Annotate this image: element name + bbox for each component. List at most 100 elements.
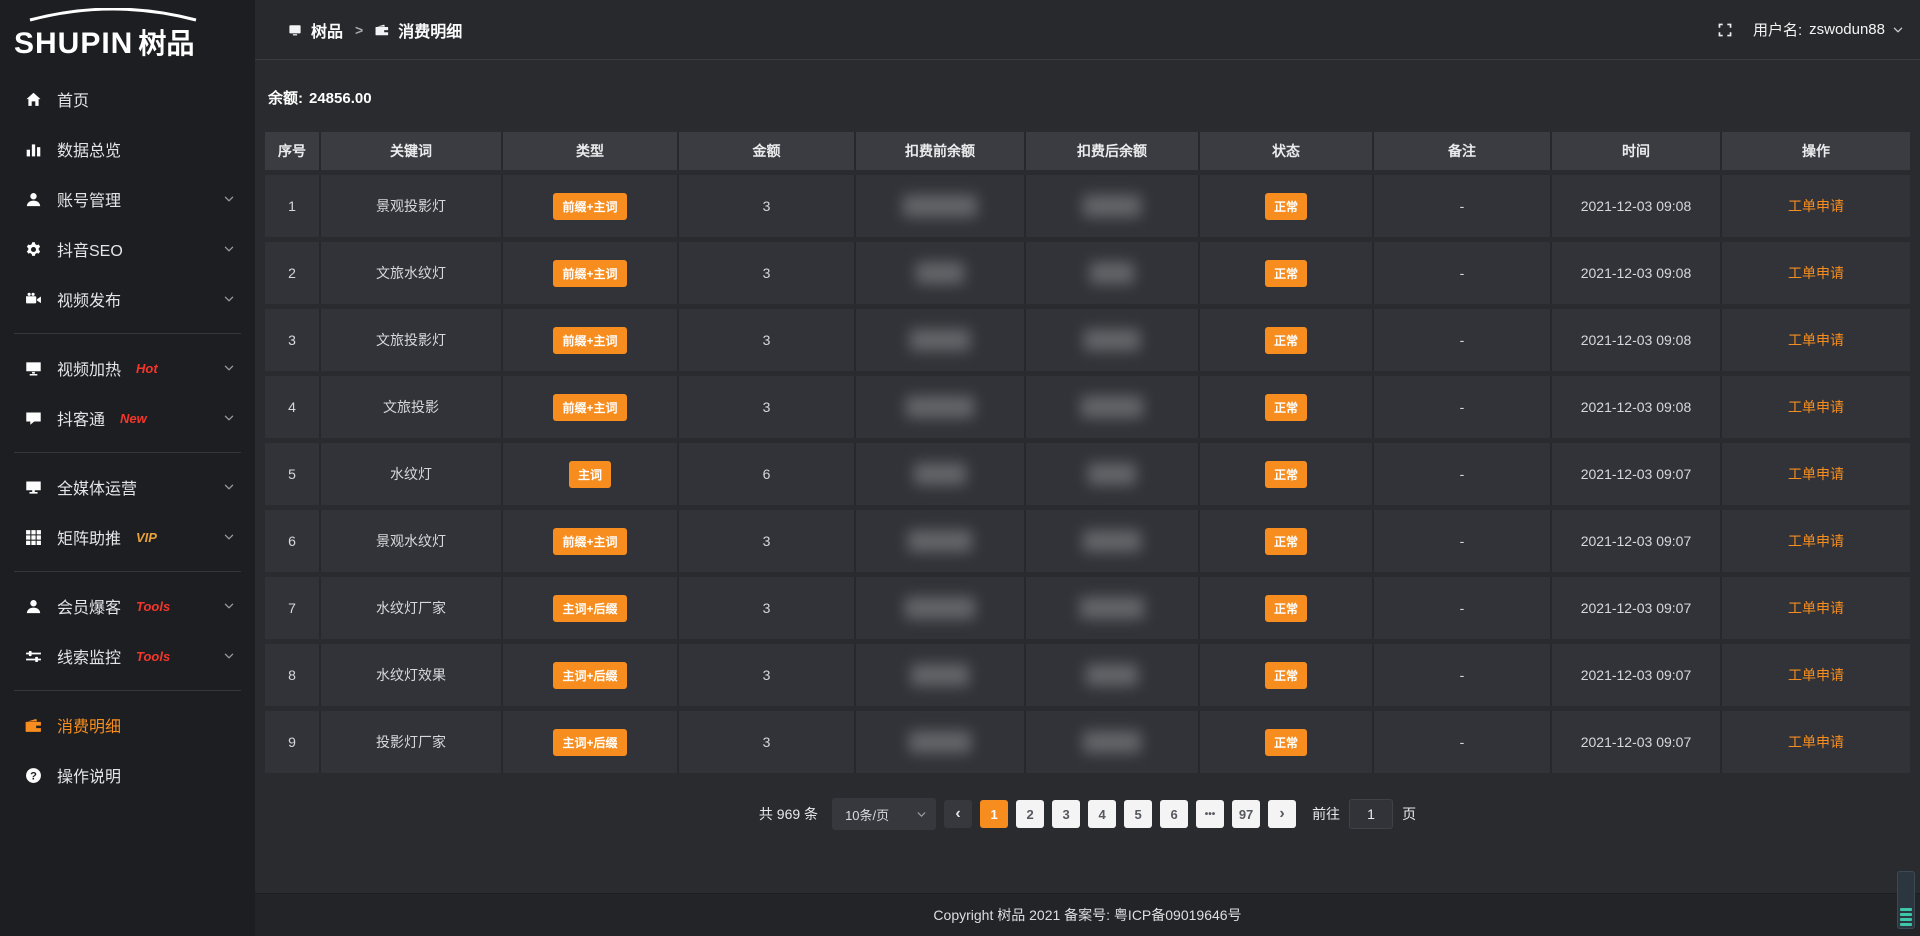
- ticket-request-link[interactable]: 工单申请: [1788, 397, 1844, 417]
- type-badge: 前缀+主词: [553, 528, 626, 555]
- cell-balance-before: [856, 242, 1026, 304]
- type-badge: 主词+后缀: [553, 662, 626, 689]
- cell-keyword: 投影灯厂家: [321, 711, 503, 773]
- redacted-balance-before: [903, 195, 977, 217]
- sidebar-item-badge: New: [120, 411, 147, 426]
- chevron-down-icon: [223, 293, 235, 305]
- cell-amount: 3: [679, 309, 856, 371]
- user-icon: [24, 598, 42, 615]
- page-button-5[interactable]: 5: [1124, 800, 1152, 828]
- cell-type: 前缀+主词: [503, 242, 679, 304]
- page-button-2[interactable]: 2: [1016, 800, 1044, 828]
- next-page-button[interactable]: ›: [1268, 800, 1296, 828]
- sidebar-item-doukatong[interactable]: 抖客通New: [0, 393, 255, 443]
- chevron-down-icon: [223, 650, 235, 662]
- logo-cn: 树品: [138, 22, 194, 62]
- cell-note: -: [1374, 510, 1552, 572]
- redacted-balance-before: [906, 396, 974, 418]
- page-button-4[interactable]: 4: [1088, 800, 1116, 828]
- cell-status: 正常: [1200, 510, 1374, 572]
- sidebar-item-member-burst[interactable]: 会员爆客Tools: [0, 581, 255, 631]
- cell-status: 正常: [1200, 443, 1374, 505]
- sidebar-divider: [14, 333, 241, 334]
- page-ellipsis-button[interactable]: •••: [1196, 800, 1224, 828]
- sidebar-item-media-operation[interactable]: 全媒体运营: [0, 462, 255, 512]
- type-badge: 前缀+主词: [553, 327, 626, 354]
- username-value: zswodun88: [1809, 21, 1885, 38]
- user-menu[interactable]: 用户名: zswodun88: [1753, 19, 1904, 40]
- cell-type: 前缀+主词: [503, 175, 679, 237]
- cell-index: 1: [265, 175, 321, 237]
- redacted-balance-after: [1083, 530, 1141, 552]
- page-jump-input[interactable]: [1349, 799, 1393, 829]
- sidebar-item-matrix-boost[interactable]: 矩阵助推VIP: [0, 512, 255, 562]
- cell-index: 9: [265, 711, 321, 773]
- app-logo[interactable]: SHUPIN 树品: [0, 0, 255, 62]
- ticket-request-link[interactable]: 工单申请: [1788, 531, 1844, 551]
- sidebar-item-label: 账号管理: [57, 187, 121, 211]
- status-badge: 正常: [1265, 394, 1307, 421]
- sidebar-item-label: 消费明细: [57, 713, 121, 737]
- page-button-3[interactable]: 3: [1052, 800, 1080, 828]
- fullscreen-icon[interactable]: [1717, 22, 1733, 38]
- sidebar-item-video-heat[interactable]: 视频加热Hot: [0, 343, 255, 393]
- grid-icon: [24, 529, 42, 546]
- column-header: 操作: [1722, 132, 1910, 170]
- cell-note: -: [1374, 242, 1552, 304]
- ticket-request-link[interactable]: 工单申请: [1788, 196, 1844, 216]
- sidebar-divider: [14, 690, 241, 691]
- ticket-request-link[interactable]: 工单申请: [1788, 330, 1844, 350]
- cell-index: 3: [265, 309, 321, 371]
- sidebar-item-account-manage[interactable]: 账号管理: [0, 174, 255, 224]
- cell-time: 2021-12-03 09:07: [1552, 510, 1722, 572]
- ticket-request-link[interactable]: 工单申请: [1788, 732, 1844, 752]
- ticket-request-link[interactable]: 工单申请: [1788, 598, 1844, 618]
- cell-balance-before: [856, 443, 1026, 505]
- page-button-1[interactable]: 1: [980, 800, 1008, 828]
- copyright-text: Copyright 树品 2021 备案号: 粤ICP备09019646号: [933, 905, 1241, 925]
- cell-index: 7: [265, 577, 321, 639]
- wallet-icon: [24, 717, 42, 734]
- redacted-balance-after: [1081, 396, 1143, 418]
- cell-time: 2021-12-03 09:07: [1552, 443, 1722, 505]
- page-button-6[interactable]: 6: [1160, 800, 1188, 828]
- cell-type: 前缀+主词: [503, 309, 679, 371]
- cell-index: 5: [265, 443, 321, 505]
- wallet-icon: [375, 23, 389, 37]
- cell-balance-before: [856, 644, 1026, 706]
- type-badge: 主词+后缀: [553, 595, 626, 622]
- table-row: 1景观投影灯前缀+主词3正常-2021-12-03 09:08工单申请: [265, 175, 1910, 237]
- topbar: 树品 > 消费明细 用户名: zswodun88: [255, 0, 1920, 60]
- cell-balance-after: [1026, 309, 1200, 371]
- table-row: 9投影灯厂家主词+后缀3正常-2021-12-03 09:07工单申请: [265, 711, 1910, 773]
- sidebar-item-home[interactable]: 首页: [0, 74, 255, 124]
- sidebar-item-operation-guide[interactable]: ?操作说明: [0, 750, 255, 800]
- floating-widget[interactable]: [1897, 871, 1915, 929]
- cell-balance-after: [1026, 376, 1200, 438]
- cell-balance-before: [856, 376, 1026, 438]
- cell-index: 2: [265, 242, 321, 304]
- page-size-select[interactable]: 10条/页: [832, 798, 936, 830]
- chevron-down-icon: [223, 193, 235, 205]
- cell-note: -: [1374, 376, 1552, 438]
- page-button-97[interactable]: 97: [1232, 800, 1260, 828]
- sidebar-item-douyin-seo[interactable]: 抖音SEO: [0, 224, 255, 274]
- monitor-icon: [24, 479, 42, 496]
- ticket-request-link[interactable]: 工单申请: [1788, 464, 1844, 484]
- sidebar-item-consume-detail[interactable]: 消费明细: [0, 700, 255, 750]
- sidebar-item-clue-monitor[interactable]: 线索监控Tools: [0, 631, 255, 681]
- status-badge: 正常: [1265, 595, 1307, 622]
- redacted-balance-after: [1083, 195, 1141, 217]
- cell-balance-after: [1026, 577, 1200, 639]
- cell-type: 主词+后缀: [503, 577, 679, 639]
- prev-page-button[interactable]: ‹: [944, 800, 972, 828]
- ticket-request-link[interactable]: 工单申请: [1788, 665, 1844, 685]
- redacted-balance-before: [905, 597, 975, 619]
- type-badge: 主词: [569, 461, 611, 488]
- table-row: 2文旅水纹灯前缀+主词3正常-2021-12-03 09:08工单申请: [265, 242, 1910, 304]
- sidebar-item-video-publish[interactable]: 视频发布: [0, 274, 255, 324]
- sidebar-item-data-overview[interactable]: 数据总览: [0, 124, 255, 174]
- breadcrumb-item-home[interactable]: 树品: [311, 18, 343, 42]
- jump-suffix: 页: [1402, 804, 1416, 824]
- ticket-request-link[interactable]: 工单申请: [1788, 263, 1844, 283]
